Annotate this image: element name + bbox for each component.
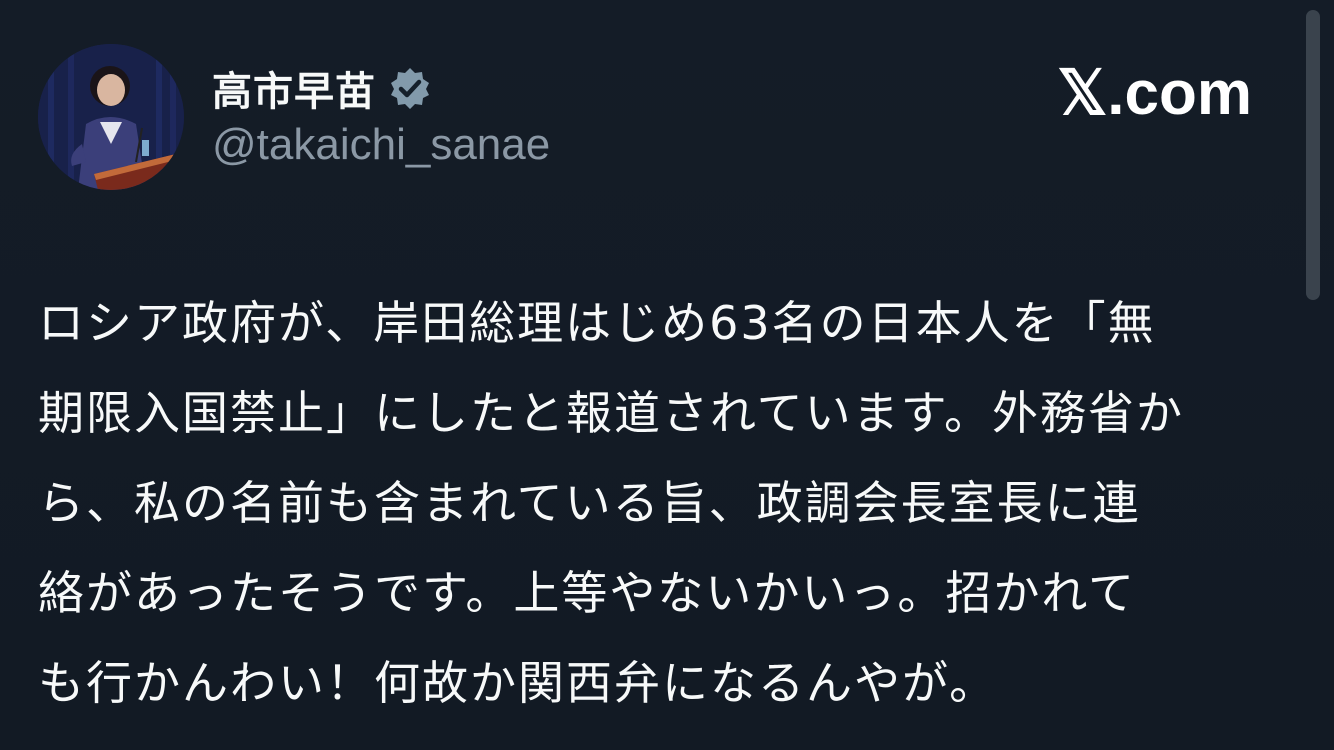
- author-display-name[interactable]: 高市早苗: [212, 59, 376, 117]
- x-com-link[interactable]: 𝕏.com: [1057, 56, 1252, 129]
- author-handle[interactable]: @takaichi_sanae: [212, 120, 550, 170]
- tweet-text-line: ら、私の名前も含まれている旨、政調会長室長に連: [38, 476, 1141, 530]
- tweet-text-line: ロシア政府が、岸田総理はじめ63名の日本人を「無: [38, 296, 1156, 350]
- profile-photo-icon: [38, 44, 184, 190]
- tweet-text: ロシア政府が、岸田総理はじめ63名の日本人を「無 期限入国禁止」にしたと報道され…: [38, 278, 1278, 728]
- verified-badge-icon: [388, 66, 432, 110]
- tweet-text-line: 絡があったそうです。上等やないかいっ。招かれて: [38, 566, 1137, 620]
- tweet-text-line: 期限入国禁止」にしたと報道されています。外務省か: [38, 386, 1185, 440]
- avatar[interactable]: [38, 44, 184, 190]
- author-name-row: 高市早苗: [212, 60, 432, 116]
- scrollbar-thumb[interactable]: [1306, 10, 1320, 300]
- tweet-text-line: も行かんわい！何故か関西弁になるんやが。: [38, 656, 998, 710]
